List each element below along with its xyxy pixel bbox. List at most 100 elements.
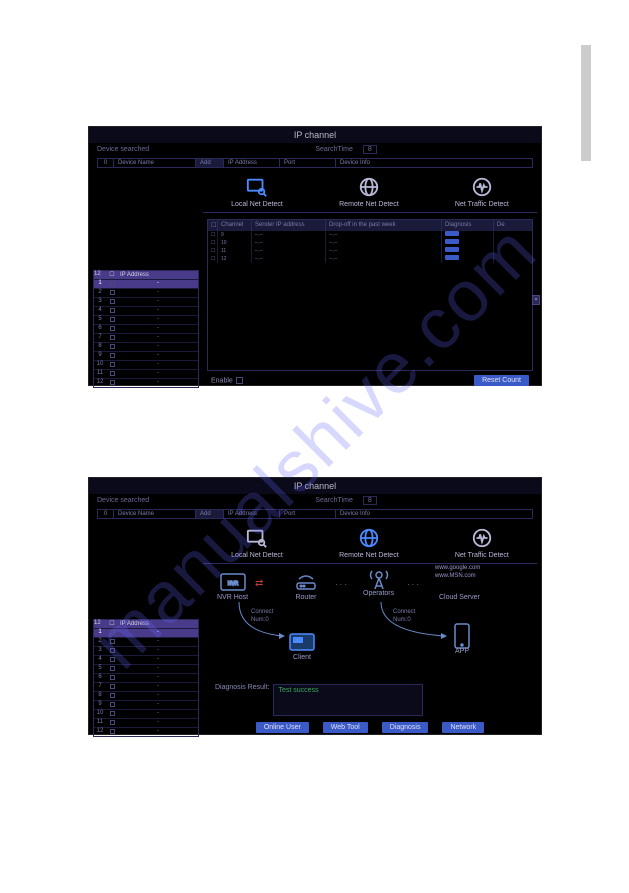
ip-address-list: 12 ☐ IP Address 1- 2- 3- 4- 5- 6- 7- 8- … — [93, 270, 199, 388]
tab-local-net-detect[interactable]: Local Net Detect — [231, 176, 283, 208]
tab-remote-net-detect[interactable]: Remote Net Detect — [339, 527, 399, 559]
checkbox-icon[interactable] — [110, 702, 115, 707]
checkbox-icon[interactable] — [110, 711, 115, 716]
ip-list-row[interactable]: 6- — [94, 673, 198, 682]
globe-icon — [358, 176, 380, 198]
checkbox-icon[interactable] — [110, 308, 115, 313]
col-ip-address: IP Address — [224, 510, 280, 518]
device-searched-label: Device searched — [97, 146, 149, 153]
pulse-icon — [471, 176, 493, 198]
channel-table: ☐ Channel Sender IP address Drop-off in … — [207, 219, 533, 371]
checkbox-icon[interactable] — [110, 326, 115, 331]
ip-list-row[interactable]: 10- — [94, 709, 198, 718]
checkbox-icon[interactable] — [110, 684, 115, 689]
checkbox-icon[interactable] — [110, 380, 115, 385]
checkbox-icon[interactable] — [110, 362, 115, 367]
checkbox-icon[interactable] — [110, 344, 115, 349]
checkbox-icon[interactable] — [110, 371, 115, 376]
device-table-header: 0 Device Name Add IP Address Port Device… — [97, 158, 533, 168]
network-button[interactable]: Network — [442, 722, 484, 733]
checkbox-icon[interactable] — [110, 729, 115, 734]
enable-checkbox[interactable] — [236, 377, 243, 384]
checkbox-icon[interactable] — [110, 675, 115, 680]
col-add[interactable]: Add — [196, 159, 224, 167]
ip-list-row[interactable]: 8- — [94, 342, 198, 351]
ip-list-row[interactable]: 12- — [94, 378, 198, 387]
ip-list-row[interactable]: 7- — [94, 682, 198, 691]
online-user-button[interactable]: Online User — [256, 722, 309, 733]
diagnosis-badge[interactable] — [445, 255, 459, 260]
col-add[interactable]: Add — [196, 510, 224, 518]
ip-list-row[interactable]: 11- — [94, 369, 198, 378]
arrow-down-icon — [233, 602, 293, 642]
device-count: 0 — [98, 159, 114, 167]
ip-list-row[interactable]: 6- — [94, 324, 198, 333]
ip-list-checkbox-header[interactable]: ☐ — [106, 620, 118, 628]
table-row[interactable]: ☐10--.----.-- — [208, 239, 532, 247]
ip-list-row[interactable]: 2- — [94, 637, 198, 646]
ip-list-row[interactable]: 3- — [94, 646, 198, 655]
checkbox-icon[interactable] — [110, 281, 115, 286]
web-tool-button[interactable]: Web Tool — [323, 722, 368, 733]
node-app: APP — [449, 626, 475, 655]
table-row[interactable]: ☐11--.----.-- — [208, 247, 532, 255]
checkbox-icon[interactable] — [110, 639, 115, 644]
ip-list-header: IP Address — [118, 620, 198, 628]
enable-label: Enable — [211, 377, 233, 384]
network-diagram: NVR NVR Host ⇄ Router ··· Operators ··· — [203, 564, 537, 684]
ip-list-row[interactable]: 5- — [94, 664, 198, 673]
ip-list-row[interactable]: 1- — [94, 628, 198, 637]
node-label: Cloud Server — [439, 594, 480, 601]
ip-list-row[interactable]: 11- — [94, 718, 198, 727]
checkbox-icon[interactable] — [110, 630, 115, 635]
ip-list-row[interactable]: 3- — [94, 297, 198, 306]
node-client: Client — [289, 632, 315, 661]
node-router: Router — [293, 572, 319, 601]
reset-count-button[interactable]: Reset Count — [474, 375, 529, 386]
checkbox-icon[interactable] — [110, 720, 115, 725]
tab-net-traffic-detect[interactable]: Net Traffic Detect — [455, 176, 509, 208]
checkbox-icon[interactable] — [110, 648, 115, 653]
ip-list-row[interactable]: 7- — [94, 333, 198, 342]
diagnosis-button[interactable]: Diagnosis — [382, 722, 429, 733]
checkbox-icon[interactable] — [110, 299, 115, 304]
ip-list-checkbox-header[interactable]: ☐ — [106, 271, 118, 279]
table-row[interactable]: ☐9--.----.-- — [208, 231, 532, 239]
ip-list-row[interactable]: 4- — [94, 655, 198, 664]
device-table-header: 0 Device Name Add IP Address Port Device… — [97, 509, 533, 519]
phone-icon — [453, 623, 471, 649]
checkbox-icon[interactable] — [110, 353, 115, 358]
tab-net-traffic-detect[interactable]: Net Traffic Detect — [455, 527, 509, 559]
diagnosis-badge[interactable] — [445, 247, 459, 252]
ip-list-row[interactable]: 8- — [94, 691, 198, 700]
diagnosis-badge[interactable] — [445, 231, 459, 236]
monitor-search-icon — [246, 176, 268, 198]
ip-list-row[interactable]: 4- — [94, 306, 198, 315]
table-row[interactable]: ☐12--.----.-- — [208, 255, 532, 263]
checkbox-icon[interactable] — [110, 317, 115, 322]
checkbox-icon[interactable] — [110, 290, 115, 295]
ip-list-row[interactable]: 5- — [94, 315, 198, 324]
diagnosis-badge[interactable] — [445, 239, 459, 244]
ip-list-row[interactable]: 2- — [94, 288, 198, 297]
checkbox-icon[interactable] — [110, 335, 115, 340]
tab-local-net-detect[interactable]: Local Net Detect — [231, 527, 283, 559]
ip-list-row[interactable]: 1- — [94, 279, 198, 288]
node-cloud-server: Cloud Server — [439, 580, 480, 601]
ip-list-row[interactable]: 9- — [94, 351, 198, 360]
checkbox-icon[interactable] — [110, 693, 115, 698]
checkbox-icon[interactable] — [110, 657, 115, 662]
tab-remote-net-detect[interactable]: Remote Net Detect — [339, 176, 399, 208]
ip-list-row[interactable]: 10- — [94, 360, 198, 369]
col-port: Port — [280, 510, 336, 518]
ip-list-row[interactable]: 12- — [94, 727, 198, 736]
ip-list-row[interactable]: 9- — [94, 700, 198, 709]
col-checkbox[interactable]: ☐ — [208, 220, 218, 231]
checkbox-icon[interactable] — [110, 666, 115, 671]
url-list: www.google.com www.MSN.com — [435, 564, 480, 580]
search-time-label: SearchTime — [315, 146, 352, 153]
scroll-down-icon[interactable]: ▾ — [532, 295, 540, 305]
col-device-info: Device Info — [336, 159, 532, 167]
node-label: Router — [293, 594, 319, 601]
search-time-label: SearchTime — [315, 497, 352, 504]
